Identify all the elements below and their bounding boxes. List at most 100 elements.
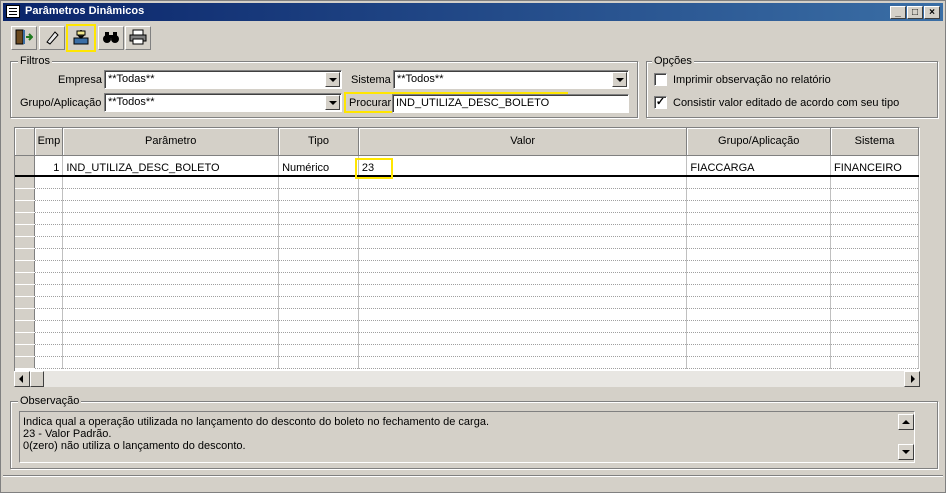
empty-cell[interactable] (62, 260, 280, 273)
empty-cell[interactable] (278, 272, 359, 285)
cell-emp[interactable]: 1 (34, 161, 64, 177)
col-header-valor[interactable]: Valor (358, 128, 688, 156)
empty-cell[interactable] (830, 188, 919, 201)
cell-sistema[interactable]: FINANCEIRO (830, 161, 919, 177)
row-indicator[interactable] (15, 356, 36, 369)
empty-row[interactable] (15, 200, 919, 213)
empty-cell[interactable] (62, 308, 280, 321)
observacao-text[interactable]: Indica qual a operação utilizada no lanç… (19, 411, 915, 463)
empty-cell[interactable] (358, 200, 688, 213)
empty-cell[interactable] (830, 356, 919, 369)
empty-cell[interactable] (34, 176, 64, 189)
empty-cell[interactable] (34, 284, 64, 297)
row-indicator[interactable] (15, 272, 36, 285)
empty-cell[interactable] (686, 284, 832, 297)
empty-cell[interactable] (686, 236, 832, 249)
empty-cell[interactable] (62, 212, 280, 225)
row-indicator[interactable] (15, 260, 36, 273)
empty-row[interactable] (15, 332, 919, 345)
empty-cell[interactable] (686, 224, 832, 237)
empty-cell[interactable] (34, 356, 64, 369)
empty-cell[interactable] (358, 176, 688, 189)
col-header-grupo[interactable]: Grupo/Aplicação (686, 128, 832, 156)
empty-row[interactable] (15, 272, 919, 285)
empty-cell[interactable] (830, 236, 919, 249)
empty-row[interactable] (15, 320, 919, 333)
scroll-thumb[interactable] (30, 371, 44, 387)
scroll-up-button[interactable] (898, 414, 914, 430)
row-indicator[interactable] (15, 236, 36, 249)
empty-cell[interactable] (34, 188, 64, 201)
empty-cell[interactable] (358, 236, 688, 249)
empty-cell[interactable] (830, 344, 919, 357)
scroll-right-button[interactable] (904, 371, 920, 387)
empty-cell[interactable] (34, 248, 64, 261)
empty-cell[interactable] (830, 176, 919, 189)
empty-cell[interactable] (830, 320, 919, 333)
minimize-button[interactable]: _ (890, 6, 906, 19)
empty-cell[interactable] (830, 332, 919, 345)
empty-cell[interactable] (830, 284, 919, 297)
empty-cell[interactable] (686, 188, 832, 201)
row-indicator[interactable] (15, 308, 36, 321)
empty-cell[interactable] (62, 176, 280, 189)
empty-cell[interactable] (830, 296, 919, 309)
row-indicator[interactable] (15, 344, 36, 357)
row-indicator[interactable] (15, 176, 36, 189)
empty-row[interactable] (15, 248, 919, 261)
col-header-tipo[interactable]: Tipo (278, 128, 359, 156)
empty-cell[interactable] (358, 344, 688, 357)
row-indicator[interactable] (15, 248, 36, 261)
empty-cell[interactable] (34, 320, 64, 333)
empresa-select[interactable]: **Todas** (104, 70, 342, 89)
empty-cell[interactable] (358, 188, 688, 201)
empty-cell[interactable] (62, 248, 280, 261)
empty-cell[interactable] (358, 308, 688, 321)
empty-cell[interactable] (830, 308, 919, 321)
empty-cell[interactable] (686, 296, 832, 309)
empty-cell[interactable] (34, 308, 64, 321)
imprimir-checkbox[interactable] (654, 73, 667, 86)
close-button[interactable]: × (924, 6, 940, 19)
empty-cell[interactable] (278, 320, 359, 333)
empty-cell[interactable] (686, 248, 832, 261)
empty-cell[interactable] (278, 308, 359, 321)
grupo-select[interactable]: **Todos** (104, 93, 342, 112)
empty-cell[interactable] (686, 308, 832, 321)
consistir-checkbox[interactable]: ✓ (654, 96, 667, 109)
empty-cell[interactable] (278, 236, 359, 249)
empty-cell[interactable] (34, 224, 64, 237)
chevron-down-icon[interactable] (612, 72, 627, 87)
col-header-emp[interactable]: Emp (34, 128, 64, 156)
empty-cell[interactable] (62, 320, 280, 333)
cell-grupo[interactable]: FIACCARGA (686, 161, 832, 177)
empty-cell[interactable] (686, 344, 832, 357)
empty-cell[interactable] (34, 200, 64, 213)
parameters-grid[interactable]: Emp Parâmetro Tipo Valor Grupo/Aplicação… (14, 127, 920, 387)
empty-cell[interactable] (830, 272, 919, 285)
empty-cell[interactable] (686, 200, 832, 213)
scroll-down-button[interactable] (898, 444, 914, 460)
cell-parametro[interactable]: IND_UTILIZA_DESC_BOLETO (62, 161, 280, 177)
empty-cell[interactable] (62, 356, 280, 369)
empty-cell[interactable] (62, 284, 280, 297)
empty-cell[interactable] (830, 260, 919, 273)
empty-cell[interactable] (34, 332, 64, 345)
empty-cell[interactable] (358, 320, 688, 333)
empty-cell[interactable] (358, 272, 688, 285)
empty-cell[interactable] (358, 260, 688, 273)
row-indicator[interactable] (15, 200, 36, 213)
empty-cell[interactable] (34, 236, 64, 249)
empty-cell[interactable] (278, 296, 359, 309)
empty-row[interactable] (15, 284, 919, 297)
empty-row[interactable] (15, 296, 919, 309)
row-indicator[interactable] (15, 332, 36, 345)
exit-button[interactable] (11, 26, 37, 50)
empty-cell[interactable] (62, 224, 280, 237)
cell-tipo[interactable]: Numérico (278, 161, 359, 177)
empty-cell[interactable] (358, 224, 688, 237)
empty-cell[interactable] (278, 284, 359, 297)
empty-cell[interactable] (278, 344, 359, 357)
empty-cell[interactable] (686, 212, 832, 225)
empty-cell[interactable] (686, 272, 832, 285)
